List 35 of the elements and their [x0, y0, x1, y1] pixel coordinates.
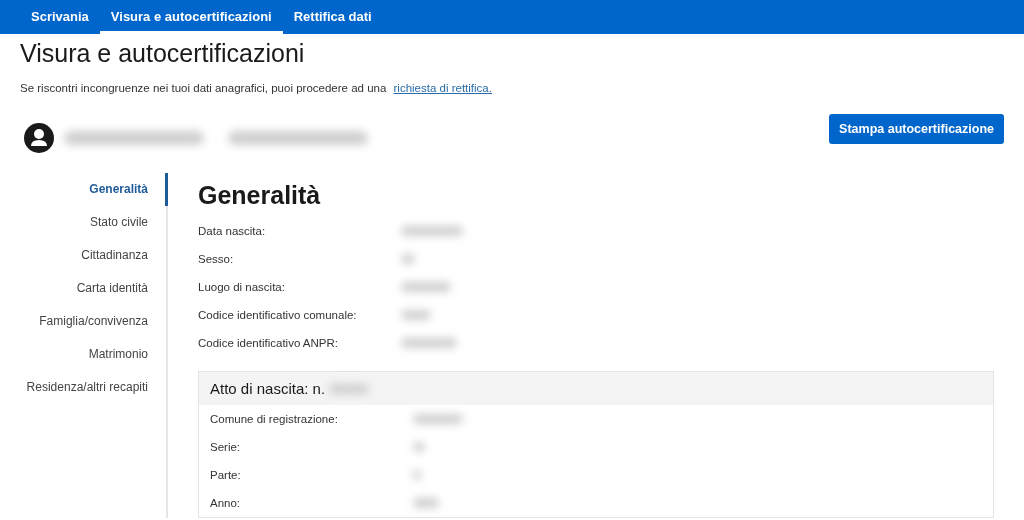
field-label: Comune di registrazione:: [210, 413, 339, 425]
nav-tab[interactable]: Scrivania: [20, 0, 100, 34]
sidebar-item[interactable]: Carta identità: [76, 272, 168, 305]
field-label: Codice identificativo comunale:: [198, 309, 358, 321]
sidebar-item[interactable]: Generalità: [89, 173, 168, 206]
user-avatar-icon: [24, 123, 54, 153]
sidebar-item[interactable]: Matrimonio: [88, 338, 168, 371]
blurred-value: [401, 310, 431, 320]
field-label: Sesso:: [198, 253, 235, 265]
rectify-link[interactable]: richiesta di rettifica.: [393, 82, 492, 94]
blurred-value: [401, 226, 463, 236]
blurred-value: [401, 254, 415, 264]
sidebar-item[interactable]: Stato civile: [89, 206, 168, 239]
blurred-value: [413, 498, 439, 508]
nav-tab[interactable]: Visura e autocertificazioni: [99, 0, 283, 34]
field-label: Anno:: [210, 497, 242, 509]
field-label: Codice identificativo ANPR:: [198, 337, 339, 349]
sidebar-item[interactable]: Cittadinanza: [81, 239, 168, 272]
sidebar-item[interactable]: Famiglia/convivenza: [39, 305, 168, 338]
field-label: Data nascita:: [198, 225, 267, 237]
print-button[interactable]: Stampa autocertificazione: [829, 114, 1004, 144]
card-title: Atto di nascita: n.: [210, 380, 326, 397]
blurred-value: [413, 442, 425, 452]
nav-tab[interactable]: Rettifica dati: [282, 0, 383, 34]
field-label: Serie:: [210, 441, 242, 453]
intro-text: Se riscontri incongruenze nei tuoi dati anagrafici, puoi procedere ad una richiesta di rettifica.: [20, 82, 493, 94]
blurred-value: [413, 414, 463, 424]
field-label: Luogo di nascita:: [198, 281, 286, 293]
page-title: Visura e autocertificazioni: [20, 38, 306, 68]
field-label: Parte:: [210, 469, 242, 481]
section-title: Generalità: [198, 180, 322, 211]
blurred-value: [329, 383, 370, 394]
blurred-value: [401, 282, 451, 292]
blurred-value: [401, 338, 457, 348]
sidebar-item[interactable]: Residenza/altri recapiti: [26, 371, 168, 404]
